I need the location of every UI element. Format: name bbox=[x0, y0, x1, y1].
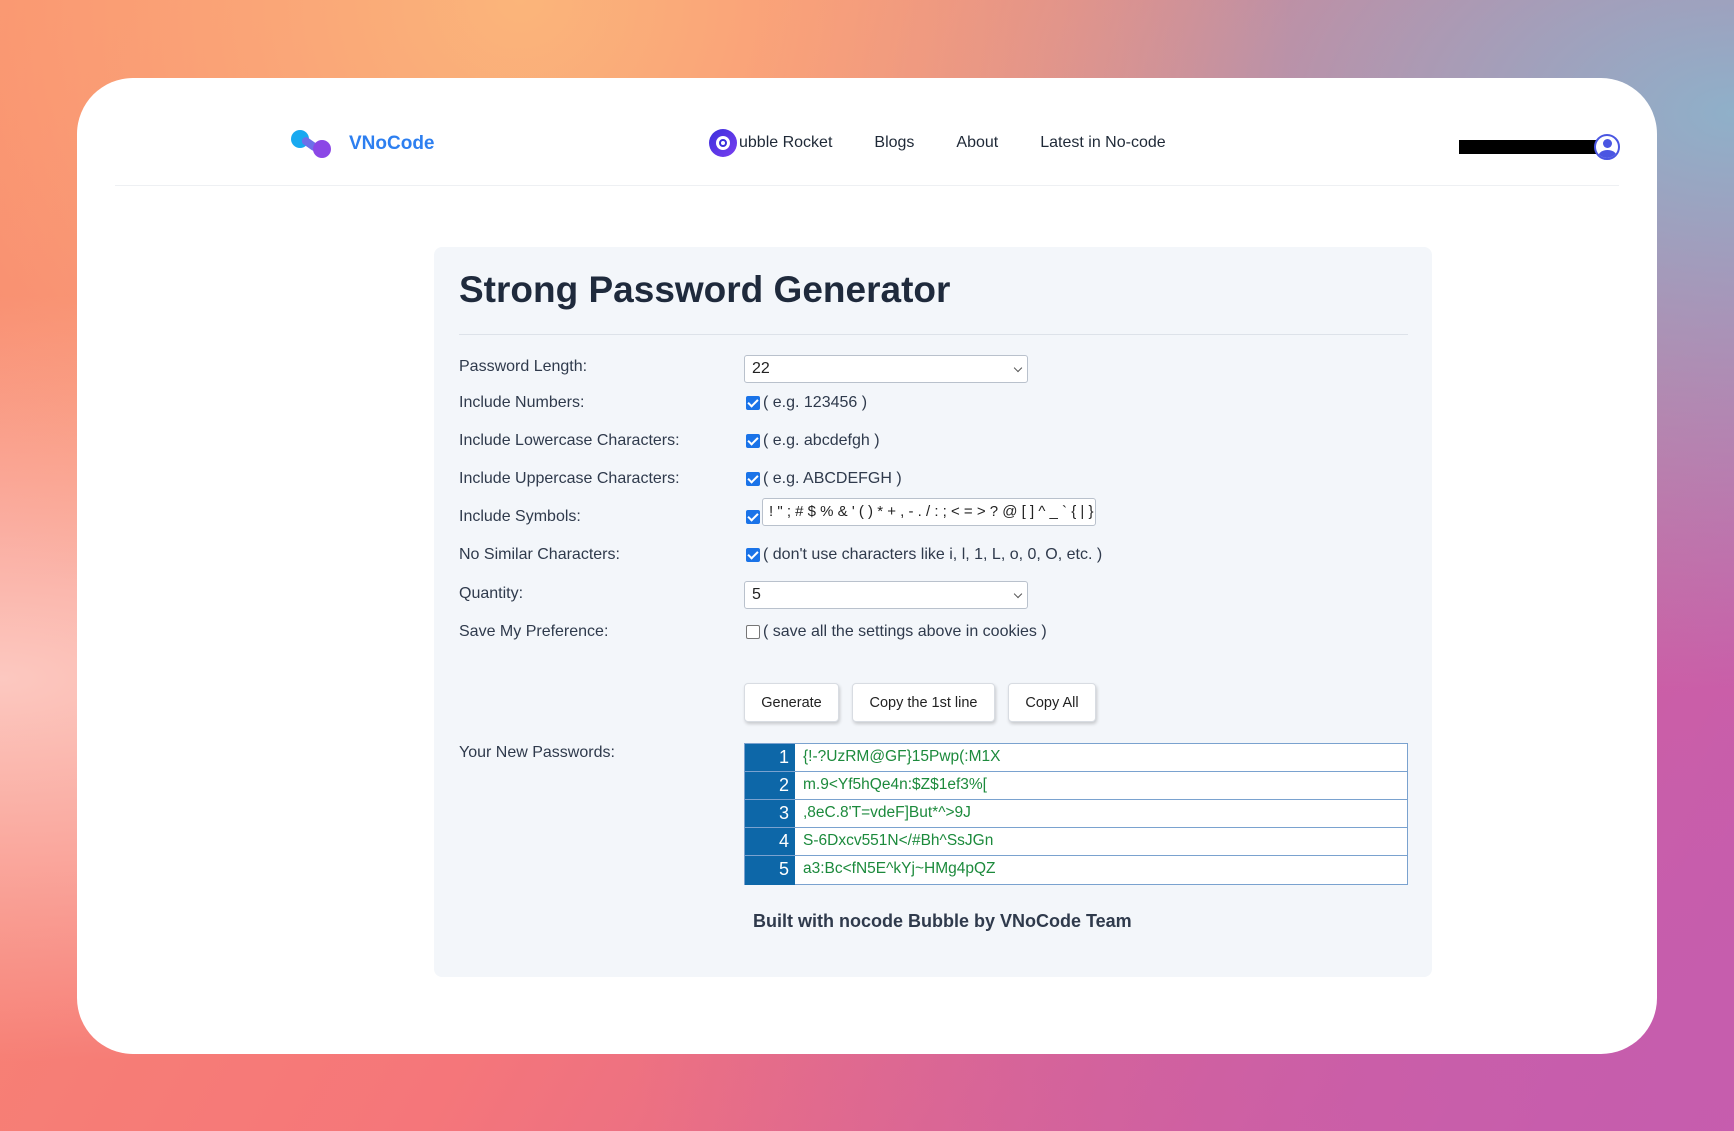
include-lowercase-label: Include Lowercase Characters: bbox=[459, 432, 680, 449]
include-numbers-hint: ( e.g. 123456 ) bbox=[763, 394, 868, 411]
password-length-label: Password Length: bbox=[459, 358, 588, 375]
copy-first-line-button[interactable]: Copy the 1st line bbox=[852, 683, 995, 722]
page-title: Strong Password Generator bbox=[459, 269, 951, 310]
bubble-logo-icon bbox=[709, 129, 737, 157]
password-text[interactable]: ,8eC.8'T=vdeF]But*^>9J bbox=[795, 800, 1407, 827]
symbols-input[interactable]: ! " ; # $ % & ' ( ) * + , - . / : ; < = … bbox=[762, 498, 1096, 526]
include-lowercase-hint: ( e.g. abcdefgh ) bbox=[763, 432, 880, 449]
include-symbols-label: Include Symbols: bbox=[459, 508, 581, 525]
nav-menu: ubble Rocket Blogs About Latest in No-co… bbox=[709, 129, 1208, 157]
passwords-table: 1 {!-?UzRM@GF}15Pwp(:M1X 2 m.9<Yf5hQe4n:… bbox=[744, 743, 1408, 885]
copy-all-button[interactable]: Copy All bbox=[1008, 683, 1096, 722]
logo-icon bbox=[291, 128, 339, 160]
password-text[interactable]: S-6Dxcv551N</#Bh^SsJGn bbox=[795, 828, 1407, 855]
user-avatar-icon[interactable] bbox=[1594, 134, 1620, 160]
include-numbers-checkbox[interactable] bbox=[746, 396, 760, 410]
password-text[interactable]: {!-?UzRM@GF}15Pwp(:M1X bbox=[795, 744, 1407, 771]
include-uppercase-label: Include Uppercase Characters: bbox=[459, 470, 680, 487]
save-preference-hint: ( save all the settings above in cookies… bbox=[763, 623, 1047, 640]
password-row: 4 S-6Dxcv551N</#Bh^SsJGn bbox=[745, 828, 1407, 856]
save-preference-checkbox[interactable] bbox=[746, 625, 760, 639]
new-passwords-label: Your New Passwords: bbox=[459, 744, 615, 761]
password-line-number: 4 bbox=[745, 828, 795, 855]
password-line-number: 2 bbox=[745, 772, 795, 799]
quantity-label: Quantity: bbox=[459, 585, 524, 602]
logo-text: VNoCode bbox=[349, 133, 435, 154]
include-lowercase-checkbox[interactable] bbox=[746, 434, 760, 448]
save-preference-label: Save My Preference: bbox=[459, 623, 609, 640]
password-row: 2 m.9<Yf5hQe4n:$Z$1ef3%[ bbox=[745, 772, 1407, 800]
generate-button[interactable]: Generate bbox=[744, 683, 839, 722]
site-logo[interactable]: VNoCode bbox=[291, 128, 435, 160]
chevron-down-icon bbox=[1013, 363, 1023, 373]
top-navbar: VNoCode ubble Rocket Blogs About Latest … bbox=[115, 78, 1620, 186]
password-line-number: 3 bbox=[745, 800, 795, 827]
chevron-down-icon bbox=[1013, 589, 1023, 599]
no-similar-label: No Similar Characters: bbox=[459, 546, 620, 563]
quantity-select[interactable]: 5 bbox=[744, 581, 1028, 609]
password-row: 3 ,8eC.8'T=vdeF]But*^>9J bbox=[745, 800, 1407, 828]
include-symbols-checkbox[interactable] bbox=[746, 510, 760, 524]
password-length-value: 22 bbox=[752, 360, 770, 377]
generator-panel: Strong Password Generator Password Lengt… bbox=[434, 247, 1432, 977]
nav-item-blogs[interactable]: Blogs bbox=[874, 134, 914, 152]
password-text[interactable]: a3:Bc<fN5E^kYj~HMg4pQZ bbox=[795, 856, 1407, 885]
nav-item-bubble-rocket[interactable]: ubble Rocket bbox=[709, 129, 832, 157]
include-uppercase-checkbox[interactable] bbox=[746, 472, 760, 486]
password-length-select[interactable]: 22 bbox=[744, 355, 1028, 383]
nav-item-latest-in-no-code[interactable]: Latest in No-code bbox=[1040, 134, 1165, 152]
divider bbox=[459, 334, 1408, 335]
no-similar-checkbox[interactable] bbox=[746, 548, 760, 562]
no-similar-hint: ( don't use characters like i, l, 1, L, … bbox=[763, 546, 1103, 563]
password-text[interactable]: m.9<Yf5hQe4n:$Z$1ef3%[ bbox=[795, 772, 1407, 799]
password-line-number: 5 bbox=[745, 856, 795, 885]
quantity-value: 5 bbox=[752, 586, 761, 603]
nav-item-about[interactable]: About bbox=[956, 134, 998, 152]
include-uppercase-hint: ( e.g. ABCDEFGH ) bbox=[763, 470, 902, 487]
password-row: 1 {!-?UzRM@GF}15Pwp(:M1X bbox=[745, 744, 1407, 772]
redacted-username bbox=[1459, 140, 1597, 154]
nav-item-label: ubble Rocket bbox=[739, 134, 833, 151]
password-line-number: 1 bbox=[745, 744, 795, 771]
password-row: 5 a3:Bc<fN5E^kYj~HMg4pQZ bbox=[745, 856, 1407, 885]
include-numbers-label: Include Numbers: bbox=[459, 394, 585, 411]
main-card: VNoCode ubble Rocket Blogs About Latest … bbox=[77, 78, 1657, 1054]
footer-credit: Built with nocode Bubble by VNoCode Team bbox=[753, 911, 1132, 931]
